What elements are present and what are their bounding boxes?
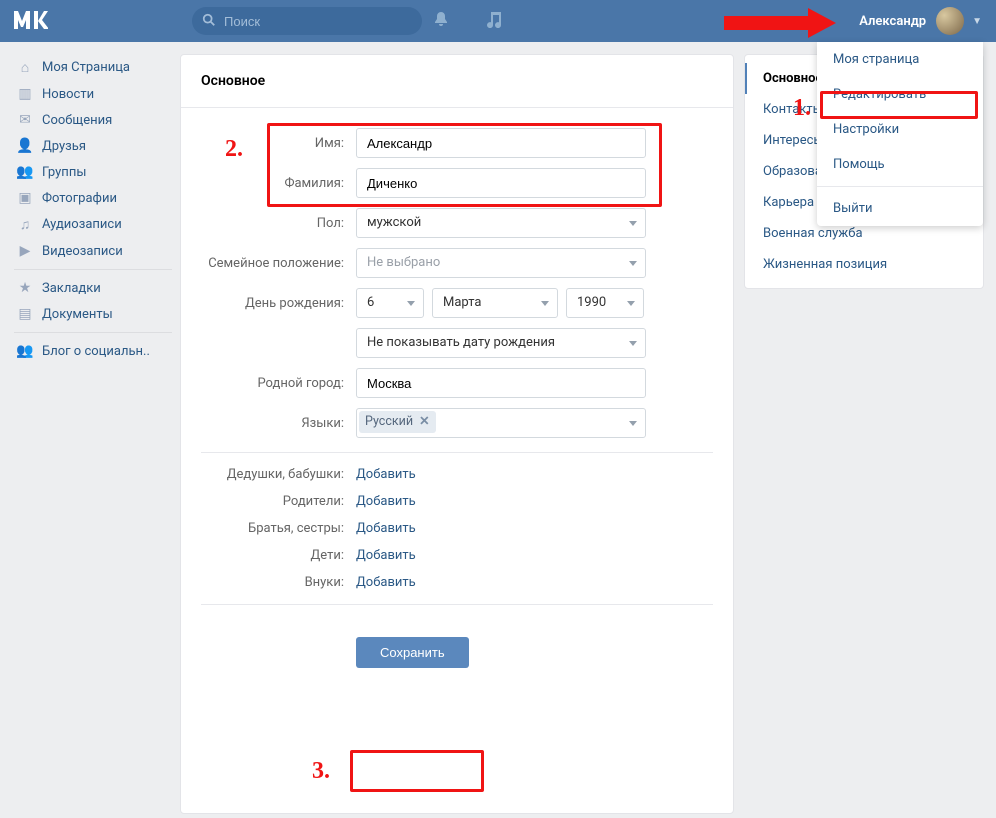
audio-icon: ♫ [14,216,36,233]
add-grandparents[interactable]: Добавить [356,467,416,482]
nav-news[interactable]: ▥Новости [8,81,178,107]
label-children: Дети: [201,548,356,563]
menu-edit[interactable]: Редактировать [817,77,983,112]
language-token[interactable]: Русский ✕ [359,411,436,433]
add-children[interactable]: Добавить [356,548,416,563]
edit-profile-card: Основное Имя: Фамилия: Пол: мужской Семе… [180,54,734,814]
header-icons [432,0,502,42]
video-icon: ▶ [14,243,36,259]
dob-year-select[interactable]: 1990 [566,288,644,318]
star-icon: ★ [14,280,36,296]
add-siblings[interactable]: Добавить [356,521,416,536]
label-languages: Языки: [201,416,356,431]
save-button[interactable]: Сохранить [356,637,469,668]
last-name-input[interactable] [356,168,646,198]
card-title: Основное [181,55,733,108]
avatar [936,7,964,35]
nav-photos[interactable]: ▣Фотографии [8,185,178,211]
hometown-input[interactable] [356,368,646,398]
label-parents: Родители: [201,494,356,509]
friends-icon: 👤 [14,138,36,154]
menu-help[interactable]: Помощь [817,147,983,182]
camera-icon: ▣ [14,190,36,206]
nav-video[interactable]: ▶Видеозаписи [8,238,178,264]
music-icon[interactable] [486,10,502,32]
gender-select[interactable]: мужской [356,208,646,238]
nav-docs[interactable]: ▤Документы [8,301,178,327]
header-bar: Александр ▼ [0,0,996,42]
search-wrap [192,7,422,35]
menu-my-page[interactable]: Моя страница [817,42,983,77]
user-dropdown: Моя страница Редактировать Настройки Пом… [817,42,983,226]
label-first-name: Имя: [201,136,356,151]
dob-visibility-select[interactable]: Не показывать дату рождения [356,328,646,358]
username: Александр [859,14,926,29]
blog-icon: 👥 [14,343,36,359]
left-nav: ⌂Моя Страница ▥Новости ✉Сообщения 👤Друзь… [8,54,178,364]
label-gender: Пол: [201,216,356,231]
add-parents[interactable]: Добавить [356,494,416,509]
nav-blog[interactable]: 👥Блог о социальн.. [8,338,178,364]
nav-messages[interactable]: ✉Сообщения [8,107,178,133]
nav-groups[interactable]: 👥Группы [8,159,178,185]
docs-icon: ▤ [14,306,36,322]
home-icon: ⌂ [14,59,36,76]
label-grandchildren: Внуки: [201,575,356,590]
first-name-input[interactable] [356,128,646,158]
nav-sep [14,269,172,270]
dob-month-select[interactable]: Марта [432,288,558,318]
chevron-down-icon: ▼ [972,16,982,27]
nav-sep [14,332,172,333]
groups-icon: 👥 [14,164,36,180]
nav-friends[interactable]: 👤Друзья [8,133,178,159]
label-siblings: Братья, сестры: [201,521,356,536]
news-icon: ▥ [14,86,36,102]
nav-my-page[interactable]: ⌂Моя Страница [8,54,178,81]
marital-select[interactable]: Не выбрано [356,248,646,278]
label-dob: День рождения: [201,296,356,311]
label-marital: Семейное положение: [201,256,356,271]
user-menu-chip[interactable]: Александр ▼ [845,0,996,42]
add-grandchildren[interactable]: Добавить [356,575,416,590]
messages-icon: ✉ [14,112,36,128]
menu-settings[interactable]: Настройки [817,112,983,147]
notifications-icon[interactable] [432,10,450,32]
nav-audio[interactable]: ♫Аудиозаписи [8,211,178,238]
label-grandparents: Дедушки, бабушки: [201,467,356,482]
nav-bookmarks[interactable]: ★Закладки [8,275,178,301]
menu-logout[interactable]: Выйти [817,191,983,226]
vk-logo[interactable] [12,5,60,38]
search-input[interactable] [192,7,422,35]
label-last-name: Фамилия: [201,176,356,191]
languages-select[interactable]: Русский ✕ [356,408,646,438]
label-hometown: Родной город: [201,376,356,391]
tab-life[interactable]: Жизненная позиция [745,249,983,280]
dob-day-select[interactable]: 6 [356,288,424,318]
remove-token-icon[interactable]: ✕ [419,409,429,435]
